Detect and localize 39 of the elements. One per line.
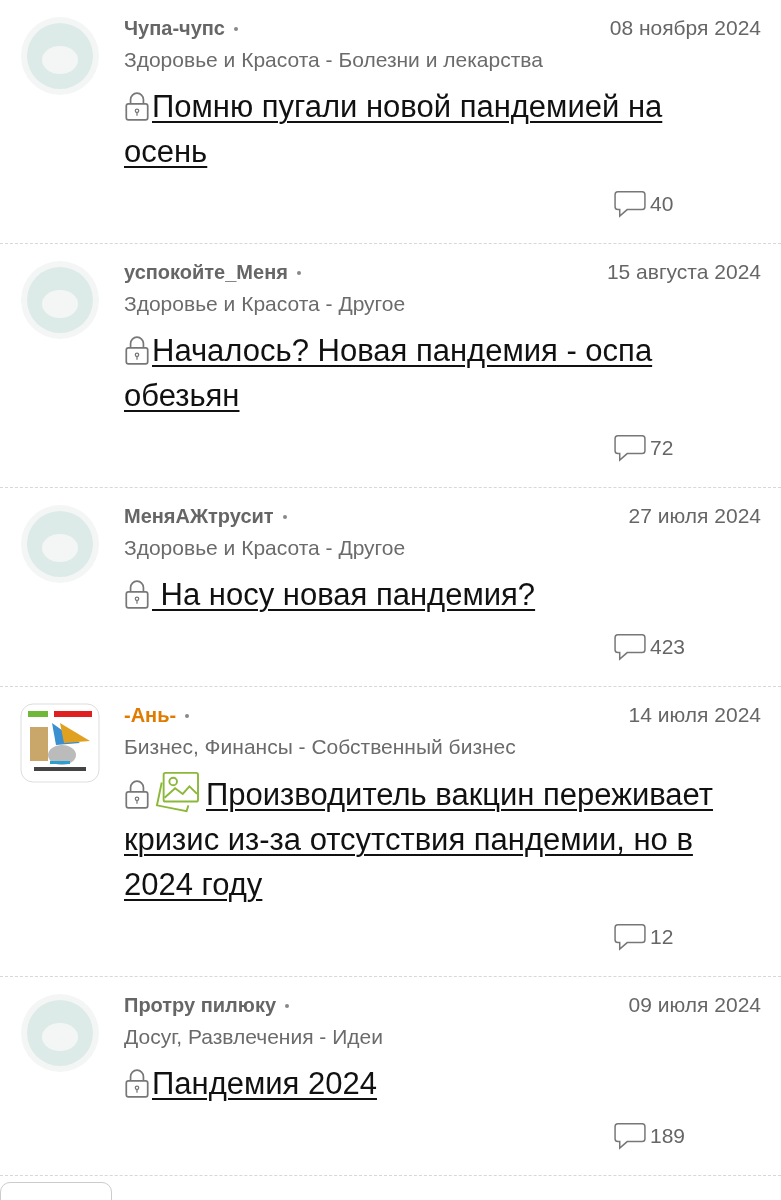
- category-label[interactable]: Бизнес, Финансы - Собственный бизнес: [124, 735, 761, 759]
- comment-icon: [614, 434, 646, 462]
- post-date: 08 ноября 2024: [609, 16, 761, 40]
- comment-count[interactable]: 189: [650, 1124, 686, 1148]
- avatar-icon[interactable]: [20, 504, 100, 584]
- category-label[interactable]: Досуг, Развлечения - Идеи: [124, 1025, 761, 1049]
- comment-count[interactable]: 72: [650, 436, 686, 460]
- author-name[interactable]: Протру пилюку: [124, 994, 277, 1017]
- avatar-icon[interactable]: [20, 16, 100, 96]
- comment-icon: [614, 1122, 646, 1150]
- author-name[interactable]: МеняАЖтрусит: [124, 505, 274, 528]
- separator-dot-icon: [295, 269, 302, 276]
- avatar-icon[interactable]: [20, 993, 100, 1073]
- category-label[interactable]: Здоровье и Красота - Болезни и лекарства: [124, 48, 761, 72]
- post-title-link[interactable]: Помню пугали новой пандемией на осень: [124, 84, 744, 174]
- comment-icon: [614, 190, 646, 218]
- post-date: 27 июля 2024: [628, 504, 761, 528]
- post-title-link[interactable]: На носу новая пандемия?: [124, 572, 744, 617]
- separator-dot-icon: [184, 712, 191, 719]
- comment-icon: [614, 633, 646, 661]
- post-date: 09 июля 2024: [628, 993, 761, 1017]
- separator-dot-icon: [284, 1002, 291, 1009]
- comment-icon: [614, 923, 646, 951]
- category-label[interactable]: Здоровье и Красота - Другое: [124, 292, 761, 316]
- comment-count[interactable]: 40: [650, 192, 686, 216]
- author-name[interactable]: -Ань-: [124, 704, 177, 727]
- category-label[interactable]: Здоровье и Красота - Другое: [124, 536, 761, 560]
- separator-dot-icon: [233, 25, 239, 32]
- post-date: 15 августа 2024: [606, 260, 761, 284]
- avatar-icon[interactable]: [20, 260, 100, 340]
- post-title-link[interactable]: Пандемия 2024: [124, 1061, 744, 1106]
- comment-count[interactable]: 12: [650, 925, 686, 949]
- comment-count[interactable]: 423: [650, 635, 686, 659]
- post-date: 14 июля 2024: [628, 703, 761, 727]
- separator-dot-icon: [281, 513, 288, 520]
- author-name[interactable]: успокойте_Меня: [124, 261, 288, 284]
- post-title-link[interactable]: Производитель вакцин переживает кризис из-за отсутствия пандемии, но в 2024 году: [124, 771, 744, 907]
- post-title-link[interactable]: Началось? Новая пандемия - оспа обезьян: [124, 328, 744, 418]
- author-name[interactable]: Чупа-чупс: [124, 17, 225, 40]
